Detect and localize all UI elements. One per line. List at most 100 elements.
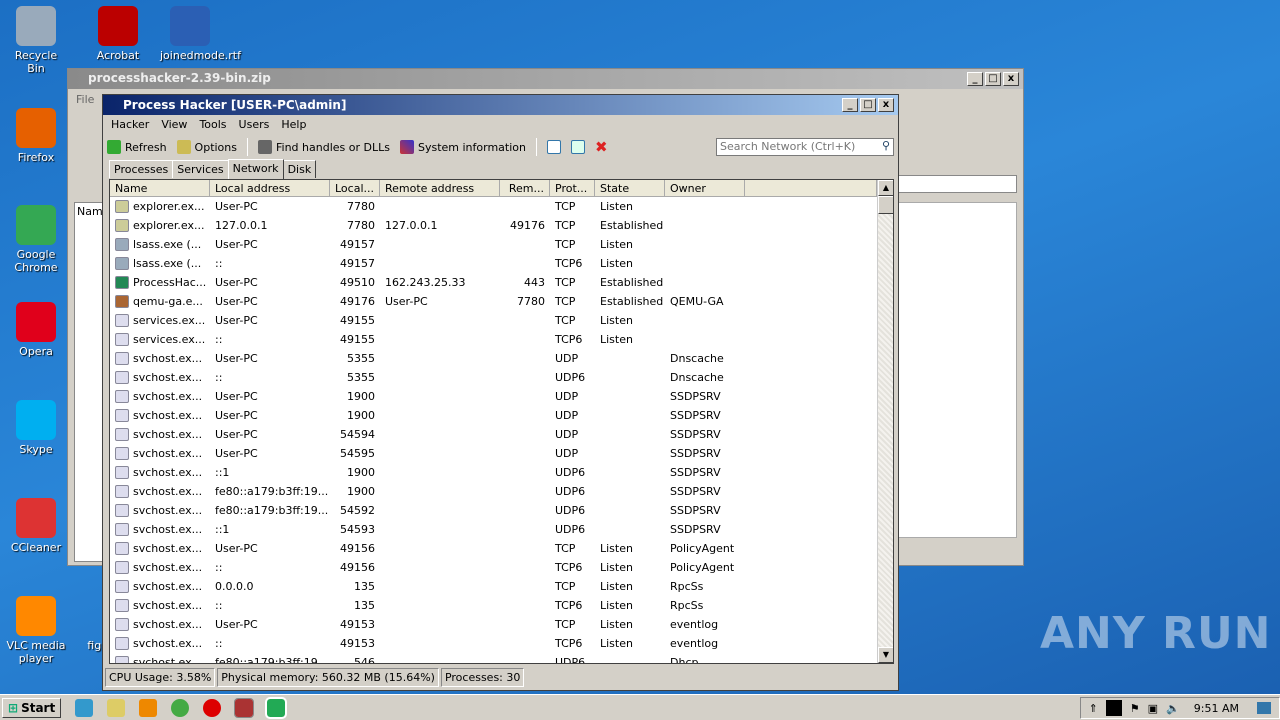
- maximize-button[interactable]: □: [860, 98, 876, 112]
- app-icon: [16, 6, 56, 46]
- cell: explorer.ex...: [110, 219, 210, 233]
- table-row[interactable]: svchost.ex...:: 49153 TCP6 Listen eventlog: [110, 634, 893, 653]
- table-row[interactable]: lsass.exe (...:: 49157 TCP6 Listen: [110, 254, 893, 273]
- desktop-icon-skype[interactable]: Skype: [6, 400, 66, 456]
- menu-view[interactable]: View: [161, 118, 187, 132]
- desktop-icon-google-chrome[interactable]: Google Chrome: [6, 205, 66, 274]
- cell-text: UDP: [555, 409, 579, 422]
- menu-tools[interactable]: Tools: [199, 118, 226, 132]
- search-input[interactable]: Search Network (Ctrl+K) ⚲: [716, 138, 894, 156]
- tray-app-icon[interactable]: [1105, 700, 1122, 716]
- column-header[interactable]: [745, 180, 877, 197]
- volume-icon[interactable]: 🔈: [1166, 702, 1180, 715]
- winrar-taskbar-icon[interactable]: [234, 697, 255, 718]
- column-header[interactable]: Local address: [210, 180, 330, 197]
- tab-services[interactable]: Services: [172, 160, 229, 178]
- app-icon: [98, 6, 138, 46]
- desktop-icon-vlc-media-player[interactable]: VLC media player: [6, 596, 66, 665]
- table-row[interactable]: svchost.ex... 0.0.0.0 135 TCP Listen RpcSs: [110, 577, 893, 596]
- show-desktop-icon[interactable]: [1257, 702, 1271, 714]
- terminate-icon[interactable]: ✖: [595, 138, 608, 156]
- scroll-thumb[interactable]: [878, 196, 893, 214]
- find-handles-button[interactable]: Find handles or DLLs: [258, 140, 390, 154]
- desktop-icon-opera[interactable]: Opera: [6, 302, 66, 358]
- maximize-button[interactable]: □: [985, 72, 1001, 86]
- tab-disk[interactable]: Disk: [282, 160, 317, 178]
- minimize-button[interactable]: _: [967, 72, 983, 86]
- system-information-button[interactable]: System information: [399, 140, 526, 154]
- chrome-icon[interactable]: [171, 698, 190, 717]
- table-row[interactable]: svchost.ex...:: 49156 TCP6 Listen PolicyAgen…: [110, 558, 893, 577]
- close-button[interactable]: x: [878, 98, 894, 112]
- column-header[interactable]: Rem...: [500, 180, 550, 197]
- refresh-button[interactable]: Refresh: [107, 140, 167, 154]
- column-header[interactable]: Remote address: [380, 180, 500, 197]
- tray-expand-icon[interactable]: ⇑: [1089, 702, 1098, 715]
- close-button[interactable]: x: [1003, 72, 1019, 86]
- tab-network[interactable]: Network: [227, 159, 284, 179]
- table-row[interactable]: svchost.ex... User-PC 54595 UDP SSDPSRV: [110, 444, 893, 463]
- cell: UDP: [550, 409, 595, 422]
- clock[interactable]: 9:51 AM: [1194, 702, 1239, 715]
- menu-users[interactable]: Users: [239, 118, 270, 132]
- table-row[interactable]: svchost.ex... User-PC 5355 UDP Dnscache: [110, 349, 893, 368]
- options-button[interactable]: Options: [176, 140, 237, 154]
- table-row[interactable]: svchost.ex...::1 54593 UDP6 SSDPSRV: [110, 520, 893, 539]
- table-row[interactable]: svchost.ex... fe80::a179:b3ff:19... 546 UDP…: [110, 653, 893, 663]
- media-player-icon[interactable]: [139, 698, 158, 717]
- column-header[interactable]: Owner: [665, 180, 745, 197]
- opera-icon[interactable]: [203, 698, 222, 717]
- desktop-icon-ccleaner[interactable]: CCleaner: [6, 498, 66, 554]
- table-row[interactable]: svchost.ex...:: 135 TCP6 Listen RpcSs: [110, 596, 893, 615]
- vertical-scrollbar[interactable]: ▲ ▼: [877, 180, 893, 663]
- table-row[interactable]: svchost.ex... fe80::a179:b3ff:19... 54592 U…: [110, 501, 893, 520]
- menu-hacker[interactable]: Hacker: [111, 118, 149, 132]
- scroll-up-button[interactable]: ▲: [878, 180, 893, 196]
- column-header[interactable]: State: [595, 180, 665, 197]
- cell-text: 1900: [347, 466, 375, 479]
- bg-address-dropdown[interactable]: [897, 175, 1017, 193]
- table-row[interactable]: explorer.ex... 127.0.0.1 7780 127.0.0.1 4917…: [110, 216, 893, 235]
- minimize-button[interactable]: _: [842, 98, 858, 112]
- table-row[interactable]: svchost.ex...::1 1900 UDP6 SSDPSRV: [110, 463, 893, 482]
- scroll-down-button[interactable]: ▼: [878, 647, 893, 663]
- process-hacker-taskbar-icon[interactable]: [265, 696, 288, 719]
- menu-help[interactable]: Help: [281, 118, 306, 132]
- table-row[interactable]: ProcessHac... User-PC 49510 162.243.25.33 44…: [110, 273, 893, 292]
- desktop-icon-label: Skype: [19, 443, 53, 456]
- window-icon[interactable]: [546, 140, 561, 154]
- table-row[interactable]: svchost.ex... fe80::a179:b3ff:19... 1900 UD…: [110, 482, 893, 501]
- table-row[interactable]: svchost.ex... User-PC 1900 UDP SSDPSRV: [110, 387, 893, 406]
- ie-icon[interactable]: [75, 698, 94, 717]
- table-row[interactable]: services.ex...:: 49155 TCP6 Listen: [110, 330, 893, 349]
- column-header[interactable]: Local...: [330, 180, 380, 197]
- desktop-icon-firefox[interactable]: Firefox: [6, 108, 66, 164]
- table-row[interactable]: svchost.ex... User-PC 54594 UDP SSDPSRV: [110, 425, 893, 444]
- desktop-icon-recycle-bin[interactable]: Recycle Bin: [6, 6, 66, 75]
- table-row[interactable]: svchost.ex... User-PC 1900 UDP SSDPSRV: [110, 406, 893, 425]
- column-header[interactable]: Prot...: [550, 180, 595, 197]
- desktop-icon-joinedmode-rtf[interactable]: joinedmode.rtf: [160, 6, 241, 62]
- window-go-icon[interactable]: [570, 140, 585, 154]
- explorer-icon[interactable]: [107, 698, 126, 717]
- start-button[interactable]: ⊞ Start: [2, 697, 62, 718]
- cell: User-PC: [210, 618, 330, 631]
- column-header[interactable]: Name: [110, 180, 210, 197]
- table-row[interactable]: lsass.exe (... User-PC 49157 TCP Listen: [110, 235, 893, 254]
- tab-processes[interactable]: Processes: [109, 160, 174, 178]
- cell: 54592: [330, 504, 380, 517]
- table-row[interactable]: explorer.ex... User-PC 7780 TCP Listen: [110, 197, 893, 216]
- cell-text: svchost.ex...: [133, 617, 203, 631]
- table-row[interactable]: qemu-ga.e... User-PC 49176 User-PC 7780 TCP Es…: [110, 292, 893, 311]
- table-row[interactable]: services.ex... User-PC 49155 TCP Listen: [110, 311, 893, 330]
- table-row[interactable]: svchost.ex...:: 5355 UDP6 Dnscache: [110, 368, 893, 387]
- cell-text: ::: [215, 561, 223, 574]
- cell-text: svchost.ex...: [133, 465, 203, 479]
- table-row[interactable]: svchost.ex... User-PC 49153 TCP Listen eventl…: [110, 615, 893, 634]
- cell-text: 54594: [340, 428, 375, 441]
- cell-text: Listen: [600, 542, 633, 555]
- desktop-icon-acrobat[interactable]: Acrobat: [88, 6, 148, 62]
- flag-icon[interactable]: ⚑: [1130, 702, 1140, 715]
- table-row[interactable]: svchost.ex... User-PC 49156 TCP Listen Policy…: [110, 539, 893, 558]
- network-icon[interactable]: ▣: [1148, 702, 1158, 715]
